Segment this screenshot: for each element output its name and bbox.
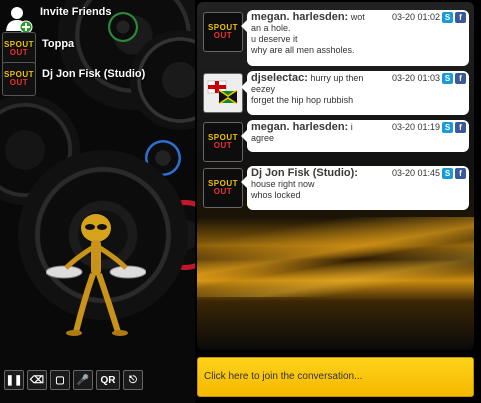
skype-icon[interactable]: S [442,73,453,84]
message-bubble: megan. harlesden: wot an a hole. u deser… [241,10,469,66]
chat-message: SPOUT OUT Dj Jon Fisk (Studio): house rig… [203,166,470,210]
message-username[interactable]: djselectac: [251,72,308,84]
spout-out-logo-icon: SPOUT OUT [207,23,239,40]
user-name: Dj Jon Fisk (Studio) [42,68,146,80]
spout-out-logo-icon: SPOUT OUT [3,40,35,57]
pause-button[interactable]: ❚❚ [4,370,24,390]
user-name: Toppa [42,38,75,50]
message-text: u deserve it [251,34,298,44]
message-username[interactable]: megan. harlesden: [251,121,348,133]
chat-message-list[interactable]: SPOUT OUT megan. harlesden: wot an a hole… [197,2,474,350]
user-list-item[interactable]: SPOUT OUT Dj Jon Fisk (Studio) [2,62,145,96]
facebook-icon[interactable]: f [455,122,466,133]
skype-icon[interactable]: S [442,12,453,23]
facebook-icon[interactable]: f [455,168,466,179]
exit-button[interactable]: ⎋ [123,370,143,390]
invite-friends-button[interactable]: Invite Friends [2,2,112,36]
skype-icon[interactable]: S [442,168,453,179]
message-text: why are all men assholes. [251,45,355,55]
message-meta: 03-20 01:02 S f [392,12,466,23]
message-text: agree [251,133,275,143]
chat-message: SPOUT OUT megan. harlesden: i agree 03-20… [203,120,470,164]
join-conversation-input[interactable]: Click here to join the conversation... [197,357,474,397]
player-controls: ❚❚ ⌫ ▢ 🎤 QR ⎋ [4,370,143,390]
speaker-graphic [108,12,138,42]
message-bubble: Dj Jon Fisk (Studio): house right now wh… [241,166,469,210]
message-text: house right now [251,179,315,189]
message-bubble: djselectac: hurry up then eezey forget t… [241,71,469,115]
message-text: forget the hip hop rubbish [251,95,354,105]
add-user-icon [2,3,34,35]
user-avatar: SPOUT OUT [2,62,36,96]
user-avatar: SPOUT OUT [203,168,243,208]
message-bubble: megan. harlesden: i agree 03-20 01:19 S … [241,120,469,152]
qr-button[interactable]: QR [96,370,120,390]
user-list-item[interactable]: SPOUT OUT Toppa [2,32,74,66]
alien-dj-mascot [46,214,146,336]
message-timestamp: 03-20 01:02 [391,12,440,22]
facebook-icon[interactable]: f [455,73,466,84]
user-avatar: SPOUT OUT [203,12,243,52]
window-button[interactable]: ▢ [50,370,70,390]
microphone-button[interactable]: 🎤 [73,370,93,390]
facebook-icon[interactable]: f [455,12,466,23]
message-text: hurry up then [310,73,364,83]
user-avatar [203,73,243,113]
spout-out-logo-icon: SPOUT OUT [207,179,239,196]
message-text: wot [350,12,365,22]
message-text: eezey [251,84,276,94]
flags-icon [207,80,238,105]
chat-message: djselectac: hurry up then eezey forget t… [203,71,470,115]
user-avatar: SPOUT OUT [2,32,36,66]
message-meta: 03-20 01:45 S f [392,168,466,179]
invite-friends-label: Invite Friends [40,6,112,18]
message-timestamp: 03-20 01:19 [391,122,440,132]
message-username[interactable]: Dj Jon Fisk (Studio): [251,167,358,179]
spout-out-logo-icon: SPOUT OUT [207,133,239,150]
message-text: an a hole. [251,23,291,33]
message-timestamp: 03-20 01:45 [391,168,440,178]
message-timestamp: 03-20 01:03 [391,73,440,83]
spout-out-logo-icon: SPOUT OUT [3,70,35,87]
message-text: i [350,122,353,132]
sidebar: Invite Friends SPOUT OUT Toppa SPOUT OUT D… [0,0,195,403]
message-meta: 03-20 01:19 S f [392,122,466,133]
skype-icon[interactable]: S [442,122,453,133]
user-avatar: SPOUT OUT [203,122,243,162]
chat-message: SPOUT OUT megan. harlesden: wot an a hole… [203,10,470,66]
chat-panel: SPOUT OUT megan. harlesden: wot an a hole… [195,0,481,403]
message-meta: 03-20 01:03 S f [392,73,466,84]
message-username[interactable]: megan. harlesden: [251,11,348,23]
message-text: whos locked [251,190,301,200]
delete-button[interactable]: ⌫ [27,370,47,390]
